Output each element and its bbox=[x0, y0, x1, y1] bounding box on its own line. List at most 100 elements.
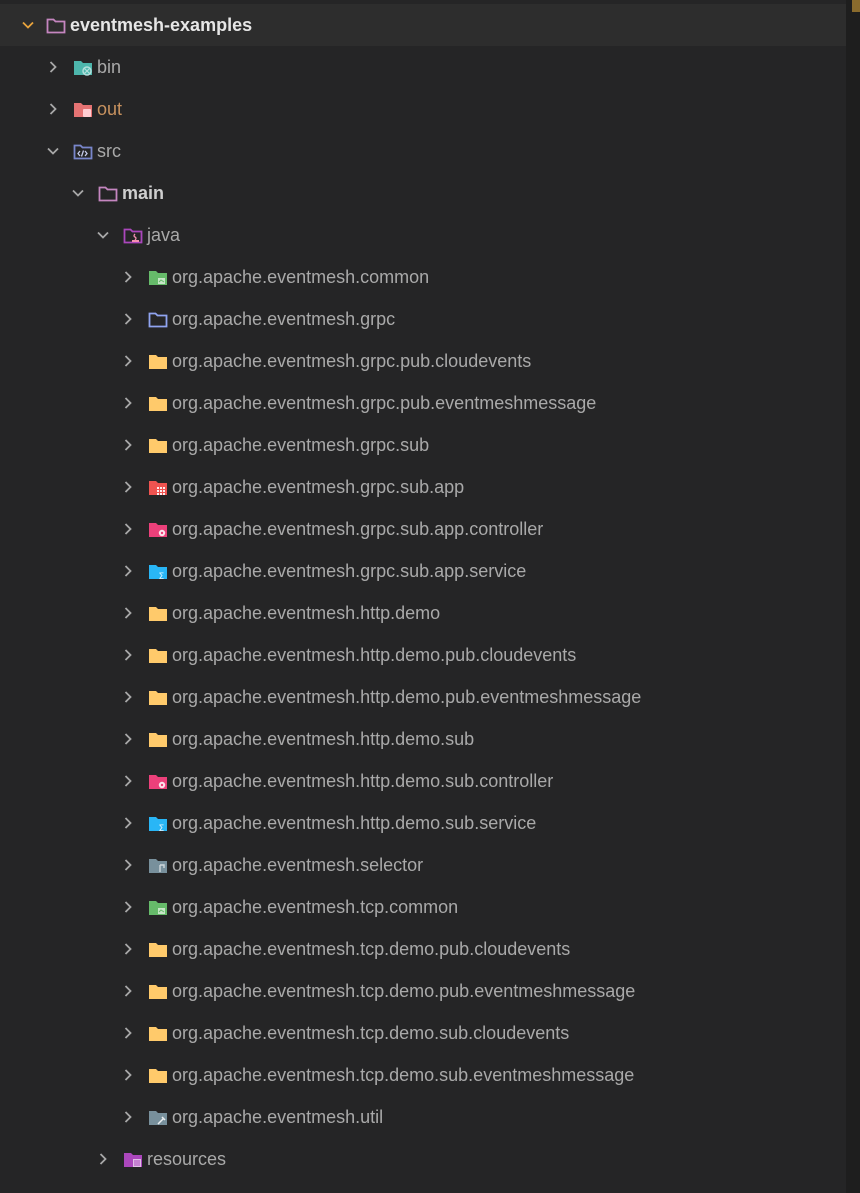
tree-item[interactable]: org.apache.eventmesh.selector bbox=[0, 844, 846, 886]
tree-item-label: org.apache.eventmesh.tcp.common bbox=[172, 896, 459, 917]
chevron-right-icon[interactable] bbox=[120, 1109, 136, 1125]
tree-item[interactable]: Σorg.apache.eventmesh.http.demo.sub.serv… bbox=[0, 802, 846, 844]
tree-item-label: org.apache.eventmesh.http.demo bbox=[172, 602, 441, 623]
tree-item[interactable]: src bbox=[0, 130, 846, 172]
tree-item[interactable]: org.apache.eventmesh.http.demo.sub.contr… bbox=[0, 760, 846, 802]
folder-common-icon bbox=[147, 267, 169, 287]
tree-item[interactable]: java bbox=[0, 214, 846, 256]
folder-controller-icon bbox=[147, 519, 169, 539]
tree-item[interactable]: org.apache.eventmesh.grpc.sub.app.contro… bbox=[0, 508, 846, 550]
tree-item-label: org.apache.eventmesh.tcp.demo.sub.eventm… bbox=[172, 1064, 635, 1085]
tree-item-label: org.apache.eventmesh.grpc.pub.eventmeshm… bbox=[172, 392, 597, 413]
folder-resources-icon bbox=[122, 1149, 144, 1169]
tree-item[interactable]: main bbox=[0, 172, 846, 214]
chevron-right-icon[interactable] bbox=[120, 269, 136, 285]
tree-item[interactable]: org.apache.eventmesh.grpc.sub.app bbox=[0, 466, 846, 508]
tree-item[interactable]: org.apache.eventmesh.common bbox=[0, 256, 846, 298]
tree-item[interactable]: org.apache.eventmesh.tcp.demo.pub.eventm… bbox=[0, 970, 846, 1012]
chevron-right-icon[interactable] bbox=[120, 521, 136, 537]
tree-item[interactable]: org.apache.eventmesh.grpc.pub.eventmeshm… bbox=[0, 382, 846, 424]
tree-item-label: org.apache.eventmesh.common bbox=[172, 266, 430, 287]
chevron-right-icon[interactable] bbox=[120, 395, 136, 411]
folder-icon bbox=[147, 981, 169, 1001]
folder-open-icon bbox=[45, 15, 67, 35]
tree-item[interactable]: org.apache.eventmesh.grpc.sub bbox=[0, 424, 846, 466]
chevron-down-icon[interactable] bbox=[45, 143, 61, 159]
chevron-right-icon[interactable] bbox=[120, 941, 136, 957]
tree-item-label: org.apache.eventmesh.grpc bbox=[172, 308, 396, 329]
folder-outline-icon bbox=[147, 309, 169, 329]
tree-item[interactable]: org.apache.eventmesh.tcp.common bbox=[0, 886, 846, 928]
chevron-right-icon[interactable] bbox=[120, 1067, 136, 1083]
tree-item-label: org.apache.eventmesh.http.demo.pub.event… bbox=[172, 686, 642, 707]
chevron-right-icon[interactable] bbox=[95, 1151, 111, 1167]
svg-text:Σ: Σ bbox=[159, 824, 165, 832]
tree-item[interactable]: org.apache.eventmesh.tcp.demo.sub.cloude… bbox=[0, 1012, 846, 1054]
tree-item[interactable]: org.apache.eventmesh.tcp.demo.sub.eventm… bbox=[0, 1054, 846, 1096]
folder-icon bbox=[147, 603, 169, 623]
folder-icon bbox=[147, 687, 169, 707]
tree-item-label: org.apache.eventmesh.grpc.sub.app.contro… bbox=[172, 518, 544, 539]
chevron-down-icon[interactable] bbox=[70, 185, 86, 201]
tree-item-label: org.apache.eventmesh.http.demo.sub.contr… bbox=[172, 770, 554, 791]
chevron-right-icon[interactable] bbox=[120, 773, 136, 789]
chevron-right-icon[interactable] bbox=[120, 437, 136, 453]
folder-icon bbox=[147, 939, 169, 959]
tree-item-label: org.apache.eventmesh.tcp.demo.pub.cloude… bbox=[172, 938, 571, 959]
chevron-right-icon[interactable] bbox=[120, 1025, 136, 1041]
folder-service-icon: Σ bbox=[147, 561, 169, 581]
chevron-down-icon[interactable] bbox=[95, 227, 111, 243]
tree-item[interactable]: org.apache.eventmesh.http.demo.sub bbox=[0, 718, 846, 760]
folder-icon bbox=[147, 729, 169, 749]
tree-root-eventmesh-examples[interactable]: eventmesh-examples bbox=[0, 4, 846, 46]
tree-item[interactable]: org.apache.eventmesh.grpc bbox=[0, 298, 846, 340]
folder-util-icon bbox=[147, 1107, 169, 1127]
chevron-right-icon[interactable] bbox=[120, 311, 136, 327]
tree-item-label: org.apache.eventmesh.tcp.demo.pub.eventm… bbox=[172, 980, 636, 1001]
tree-item[interactable]: org.apache.eventmesh.http.demo bbox=[0, 592, 846, 634]
chevron-right-icon[interactable] bbox=[120, 689, 136, 705]
folder-selector-icon bbox=[147, 855, 169, 875]
tree-item[interactable]: Σorg.apache.eventmesh.grpc.sub.app.servi… bbox=[0, 550, 846, 592]
tree-item[interactable]: org.apache.eventmesh.util bbox=[0, 1096, 846, 1138]
tree-item[interactable]: org.apache.eventmesh.tcp.demo.pub.cloude… bbox=[0, 928, 846, 970]
chevron-right-icon[interactable] bbox=[120, 605, 136, 621]
folder-java-icon bbox=[122, 225, 144, 245]
folder-common-icon bbox=[147, 897, 169, 917]
chevron-right-icon[interactable] bbox=[120, 899, 136, 915]
folder-icon bbox=[147, 435, 169, 455]
tree-item-label: src bbox=[97, 140, 121, 161]
chevron-right-icon[interactable] bbox=[120, 731, 136, 747]
tree-item[interactable]: org.apache.eventmesh.http.demo.pub.event… bbox=[0, 676, 846, 718]
chevron-down-icon[interactable] bbox=[20, 17, 36, 33]
tree-item-label: org.apache.eventmesh.grpc.sub bbox=[172, 434, 430, 455]
scrollbar-track[interactable] bbox=[846, 0, 860, 1193]
tree-item-label: org.apache.eventmesh.selector bbox=[172, 854, 424, 875]
chevron-right-icon[interactable] bbox=[120, 479, 136, 495]
tree-item-label: org.apache.eventmesh.util bbox=[172, 1106, 384, 1127]
tree-item-label: java bbox=[147, 224, 181, 245]
tree-item[interactable]: org.apache.eventmesh.grpc.pub.cloudevent… bbox=[0, 340, 846, 382]
folder-icon bbox=[147, 351, 169, 371]
tree-item[interactable]: out bbox=[0, 88, 846, 130]
tree-item[interactable]: bin bbox=[0, 46, 846, 88]
folder-icon bbox=[147, 1023, 169, 1043]
tree-item-label: org.apache.eventmesh.tcp.demo.sub.cloude… bbox=[172, 1022, 570, 1043]
chevron-right-icon[interactable] bbox=[120, 647, 136, 663]
folder-out-icon bbox=[72, 99, 94, 119]
tree-item-label: org.apache.eventmesh.http.demo.sub.servi… bbox=[172, 812, 537, 833]
chevron-right-icon[interactable] bbox=[45, 101, 61, 117]
chevron-right-icon[interactable] bbox=[120, 857, 136, 873]
tree-item-label: org.apache.eventmesh.http.demo.sub bbox=[172, 728, 475, 749]
chevron-right-icon[interactable] bbox=[120, 563, 136, 579]
chevron-right-icon[interactable] bbox=[120, 815, 136, 831]
folder-controller-icon bbox=[147, 771, 169, 791]
tree-item-label: org.apache.eventmesh.grpc.sub.app bbox=[172, 476, 465, 497]
tree-item[interactable]: org.apache.eventmesh.http.demo.pub.cloud… bbox=[0, 634, 846, 676]
file-explorer-tree: eventmesh-examples bin out src main java org.… bbox=[0, 0, 860, 1193]
tree-item[interactable]: resources bbox=[0, 1138, 846, 1180]
chevron-right-icon[interactable] bbox=[120, 353, 136, 369]
chevron-right-icon[interactable] bbox=[45, 59, 61, 75]
chevron-right-icon[interactable] bbox=[120, 983, 136, 999]
folder-src-icon bbox=[72, 141, 94, 161]
